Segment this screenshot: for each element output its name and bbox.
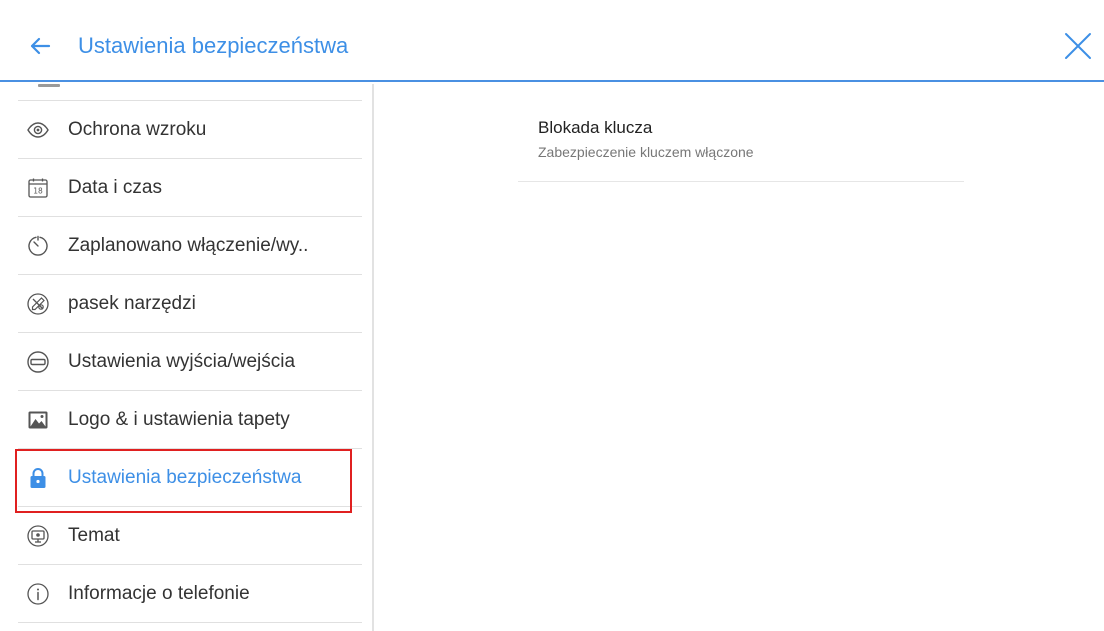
sidebar-item-label: Logo & i ustawienia tapety bbox=[68, 409, 290, 430]
sidebar-item-label: Informacje o telefonie bbox=[68, 583, 250, 604]
info-icon bbox=[26, 582, 50, 606]
sidebar-item-theme[interactable]: Temat bbox=[18, 507, 362, 565]
eye-icon bbox=[26, 118, 50, 142]
timer-icon bbox=[26, 234, 50, 258]
settings-content: Blokada klucza Zabezpieczenie kluczem wł… bbox=[376, 84, 1104, 631]
sidebar-item-label: Ochrona wzroku bbox=[68, 119, 207, 140]
header-bar: Ustawienia bezpieczeństwa bbox=[0, 0, 1104, 82]
svg-text:18: 18 bbox=[33, 187, 43, 196]
sidebar-item-label: Ustawienia bezpieczeństwa bbox=[68, 467, 302, 488]
sidebar-list: Ochrona wzroku 18 Data i czas Zaplanowan… bbox=[0, 101, 372, 623]
sidebar-item-input-output[interactable]: Ustawienia wyjścia/wejścia bbox=[18, 333, 362, 391]
arrow-left-icon bbox=[30, 37, 51, 55]
sidebar-item-label: pasek narzędzi bbox=[68, 293, 196, 314]
sidebar-item-scheduled-power[interactable]: Zaplanowano włączenie/wy.. bbox=[18, 217, 362, 275]
sidebar-item-toolbar[interactable]: pasek narzędzi bbox=[18, 275, 362, 333]
calendar-icon: 18 bbox=[26, 176, 50, 200]
sidebar-item-logo-wallpaper[interactable]: Logo & i ustawienia tapety bbox=[18, 391, 362, 449]
sidebar-item-label: Zaplanowano włączenie/wy.. bbox=[68, 235, 309, 256]
sidebar-item-label: Temat bbox=[68, 525, 120, 546]
sidebar-item-partial[interactable] bbox=[18, 84, 362, 101]
sidebar-item-date-time[interactable]: 18 Data i czas bbox=[18, 159, 362, 217]
page-title: Ustawienia bezpieczeństwa bbox=[78, 33, 349, 58]
back-button[interactable] bbox=[24, 30, 56, 62]
lock-icon bbox=[26, 466, 50, 490]
setting-title: Blokada klucza bbox=[538, 118, 653, 137]
key-lock-setting[interactable]: Blokada klucza Zabezpieczenie kluczem wł… bbox=[518, 84, 964, 182]
close-icon bbox=[1065, 33, 1091, 59]
close-button[interactable] bbox=[1060, 28, 1096, 64]
sidebar-item-label: Ustawienia wyjścia/wejścia bbox=[68, 351, 296, 372]
tools-icon bbox=[26, 292, 50, 316]
setting-subtitle: Zabezpieczenie kluczem włączone bbox=[538, 144, 754, 160]
sidebar-item-security[interactable]: Ustawienia bezpieczeństwa bbox=[15, 449, 362, 513]
theme-icon bbox=[26, 524, 50, 548]
sidebar-item-phone-info[interactable]: Informacje o telefonie bbox=[18, 565, 362, 623]
partial-icon bbox=[38, 84, 60, 87]
input-output-icon bbox=[26, 350, 50, 374]
sidebar-item-label: Data i czas bbox=[68, 177, 162, 198]
sidebar-item-eye-protection[interactable]: Ochrona wzroku bbox=[18, 101, 362, 159]
settings-sidebar[interactable]: Ochrona wzroku 18 Data i czas Zaplanowan… bbox=[0, 84, 374, 631]
image-icon bbox=[26, 408, 50, 432]
